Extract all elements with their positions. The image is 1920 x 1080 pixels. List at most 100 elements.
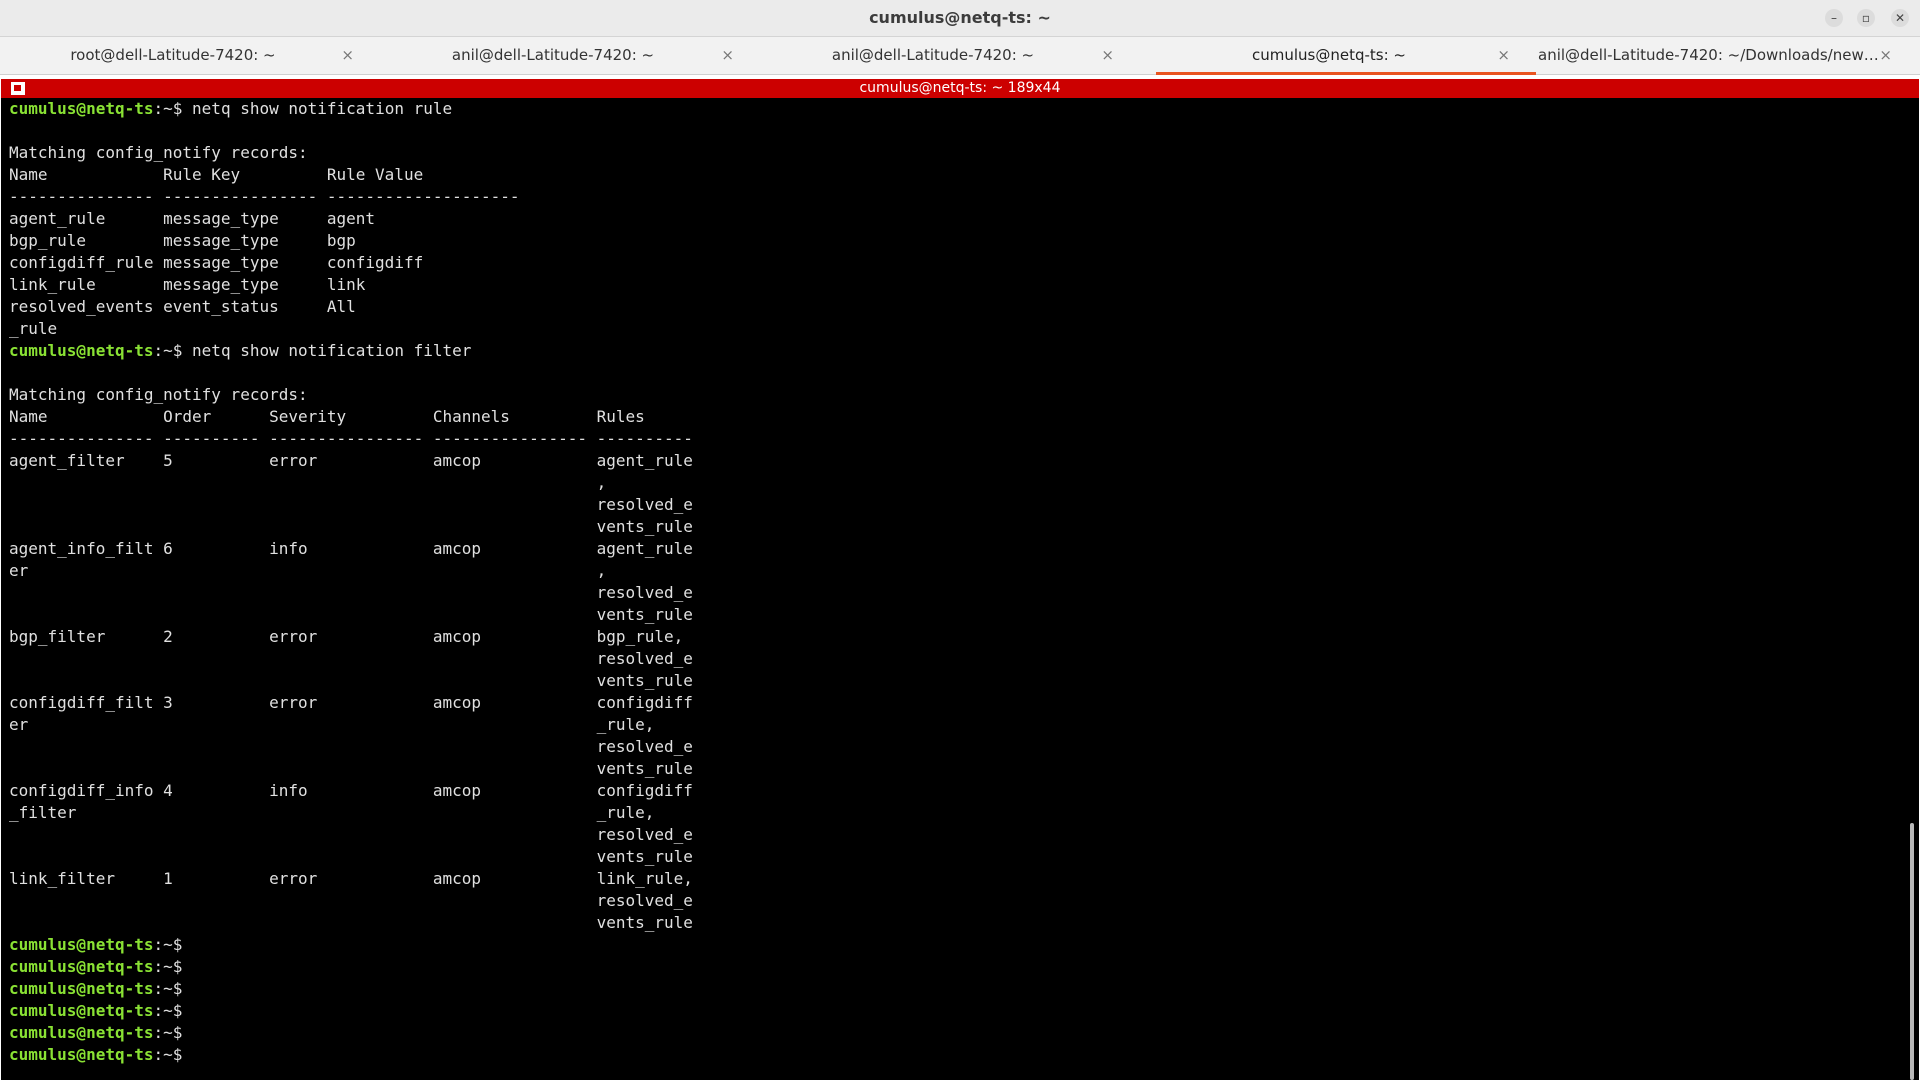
terminal-text: _filter _rule,	[9, 803, 655, 822]
terminal-prompt-suffix: :~$	[153, 341, 183, 360]
terminal-output-line: agent_info_filt 6 info amcop agent_rule	[9, 538, 693, 560]
terminal-output-line: ,	[9, 472, 693, 494]
terminal-output-line: vents_rule	[9, 670, 693, 692]
terminal-prompt-suffix: :~$	[153, 1045, 183, 1064]
terminal-prompt-suffix: :~$	[153, 1023, 183, 1042]
terminal-output-line: link_filter 1 error amcop link_rule,	[9, 868, 693, 890]
terminal-prompt: cumulus@netq-ts	[9, 1023, 154, 1042]
tab-close-icon[interactable]: ×	[341, 37, 354, 73]
tab-label: anil@dell-Latitude-7420: ~	[451, 46, 655, 64]
terminal-output-line: configdiff_rule message_type configdiff	[9, 252, 693, 274]
terminal-text: resolved_e	[9, 583, 693, 602]
terminal-text: er ,	[9, 561, 607, 580]
tab-cumulus-netq-ts[interactable]: cumulus@netq-ts: ~ ×	[1156, 37, 1536, 75]
terminal-output-line: resolved_e	[9, 890, 693, 912]
terminal-text: resolved_events event_status All	[9, 297, 356, 316]
terminal-text: Name Order Severity Channels Rules	[9, 407, 645, 426]
terminal-output-line: Name Order Severity Channels Rules	[9, 406, 693, 428]
terminal-output-line: Name Rule Key Rule Value	[9, 164, 693, 186]
terminal-output-line: Matching config_notify records:	[9, 142, 693, 164]
terminal-text: Matching config_notify records:	[9, 385, 308, 404]
terminal-output-line: resolved_e	[9, 824, 693, 846]
tab-anil-dell-2[interactable]: anil@dell-Latitude-7420: ~ ×	[760, 37, 1140, 75]
terminal-text: configdiff_rule message_type configdiff	[9, 253, 424, 272]
terminal-output-line: _filter _rule,	[9, 802, 693, 824]
terminal-text: ,	[9, 473, 607, 492]
terminal-text: vents_rule	[9, 913, 693, 932]
terminal-prompt-line: cumulus@netq-ts:~$	[9, 1044, 693, 1066]
terminal-text: _rule	[9, 319, 58, 338]
terminal-prompt-line: cumulus@netq-ts:~$	[9, 978, 693, 1000]
terminal-menu-icon[interactable]	[11, 82, 25, 95]
terminal-text: link_filter 1 error amcop link_rule,	[9, 869, 693, 888]
terminal-text: agent_filter 5 error amcop agent_rule	[9, 451, 693, 470]
terminal-text: configdiff_info 4 info amcop configdiff	[9, 781, 693, 800]
terminal-text: bgp_rule message_type bgp	[9, 231, 356, 250]
terminal-prompt-line: cumulus@netq-ts:~$	[9, 1022, 693, 1044]
terminal-output-line: vents_rule	[9, 604, 693, 626]
terminal-text: --------------- ---------------- -------…	[9, 187, 520, 206]
tab-close-icon[interactable]: ×	[721, 37, 734, 73]
terminal-prompt: cumulus@netq-ts	[9, 99, 154, 118]
terminal-text: resolved_e	[9, 649, 693, 668]
terminal-header-title: cumulus@netq-ts: ~ 189x44	[859, 80, 1061, 96]
terminal-output-line: vents_rule	[9, 912, 693, 934]
tab-label: anil@dell-Latitude-7420: ~	[831, 46, 1035, 64]
tab-close-icon[interactable]: ×	[1497, 37, 1510, 73]
terminal-output-line: bgp_rule message_type bgp	[9, 230, 693, 252]
tab-close-icon[interactable]: ×	[1879, 37, 1892, 73]
tab-label: cumulus@netq-ts: ~	[1252, 46, 1406, 64]
terminal-text: vents_rule	[9, 759, 693, 778]
tab-root-dell[interactable]: root@dell-Latitude-7420: ~ ×	[0, 37, 380, 75]
terminal-output-line: Matching config_notify records:	[9, 384, 693, 406]
terminal-text: vents_rule	[9, 671, 693, 690]
terminal-text: --------------- ---------- -------------…	[9, 429, 693, 448]
terminal-output-line: --------------- ---------- -------------…	[9, 428, 693, 450]
terminal-output-line: bgp_filter 2 error amcop bgp_rule,	[9, 626, 693, 648]
terminal-command: netq show notification filter	[182, 341, 472, 360]
terminal-output-line: configdiff_info 4 info amcop configdiff	[9, 780, 693, 802]
terminal-prompt-suffix: :~$	[153, 979, 183, 998]
terminal-prompt-suffix: :~$	[153, 99, 183, 118]
terminal-output-line: resolved_e	[9, 582, 693, 604]
terminal-prompt: cumulus@netq-ts	[9, 979, 154, 998]
terminal-output-line: _rule	[9, 318, 693, 340]
minimize-button[interactable]: –	[1825, 9, 1843, 27]
terminal-body: cumulus@netq-ts:~$ netq show notificatio…	[9, 98, 693, 1066]
tab-anil-dell-1[interactable]: anil@dell-Latitude-7420: ~ ×	[380, 37, 760, 75]
scrollbar-thumb[interactable]	[1910, 823, 1914, 1080]
terminal-text: er _rule,	[9, 715, 655, 734]
terminal-text: Matching config_notify records:	[9, 143, 308, 162]
terminal-output[interactable]: cumulus@netq-ts:~$ netq show notificatio…	[1, 98, 1919, 1080]
terminal-prompt: cumulus@netq-ts	[9, 935, 154, 954]
terminal-text: vents_rule	[9, 605, 693, 624]
close-window-button[interactable]: ✕	[1891, 9, 1909, 27]
terminal-text: bgp_filter 2 error amcop bgp_rule,	[9, 627, 684, 646]
terminal-text: vents_rule	[9, 517, 693, 536]
terminal-output-line: configdiff_filt 3 error amcop configdiff	[9, 692, 693, 714]
terminal-text: resolved_e	[9, 891, 693, 910]
terminal-output-line: vents_rule	[9, 516, 693, 538]
terminal-prompt-suffix: :~$	[153, 1001, 183, 1020]
terminal-text: agent_rule message_type agent	[9, 209, 376, 228]
terminal-output-line: vents_rule	[9, 758, 693, 780]
terminal-prompt-line: cumulus@netq-ts:~$ netq show notificatio…	[9, 340, 693, 362]
terminal-output-line: agent_rule message_type agent	[9, 208, 693, 230]
terminal-command: netq show notification rule	[182, 99, 453, 118]
terminal-prompt-suffix: :~$	[153, 935, 183, 954]
tab-anil-dell-downloads[interactable]: anil@dell-Latitude-7420: ~/Downloads/new…	[1538, 37, 1918, 75]
terminal-output-line: resolved_e	[9, 736, 693, 758]
window-titlebar[interactable]: cumulus@netq-ts: ~ – ▫ ✕	[0, 0, 1920, 37]
maximize-button[interactable]: ▫	[1857, 9, 1875, 27]
terminal-prompt-line: cumulus@netq-ts:~$	[9, 1000, 693, 1022]
terminal-output-line: resolved_e	[9, 648, 693, 670]
terminal-output-line: resolved_e	[9, 494, 693, 516]
terminal-prompt: cumulus@netq-ts	[9, 341, 154, 360]
terminal-text: link_rule message_type link	[9, 275, 366, 294]
tab-close-icon[interactable]: ×	[1101, 37, 1114, 73]
terminal-scrollbar[interactable]	[1908, 98, 1918, 1080]
terminal-text: resolved_e	[9, 495, 693, 514]
terminal-output-line: agent_filter 5 error amcop agent_rule	[9, 450, 693, 472]
